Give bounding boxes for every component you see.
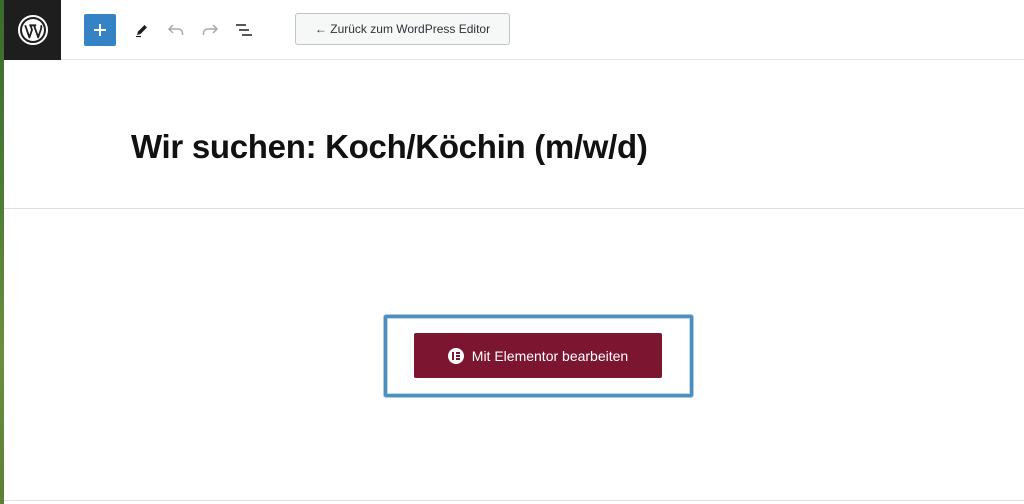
- edit-with-elementor-button[interactable]: Mit Elementor bearbeiten: [414, 333, 662, 378]
- list-view-icon: [236, 24, 252, 36]
- editor-toolbar: ← Zurück zum WordPress Editor: [4, 0, 1024, 60]
- bottom-divider: [4, 500, 1024, 501]
- undo-button[interactable]: [160, 14, 192, 46]
- plus-icon: [94, 24, 106, 36]
- wordpress-logo-button[interactable]: [4, 0, 61, 60]
- post-title[interactable]: Wir suchen: Koch/Köchin (m/w/d): [131, 128, 648, 166]
- edit-with-elementor-label: Mit Elementor bearbeiten: [471, 347, 629, 364]
- redo-button[interactable]: [194, 14, 226, 46]
- add-block-button[interactable]: [84, 14, 116, 46]
- elementor-icon: [447, 347, 464, 364]
- undo-icon: [167, 24, 184, 35]
- pen-icon: [136, 25, 147, 38]
- tools-button[interactable]: [126, 14, 158, 46]
- wordpress-logo-icon: [17, 15, 48, 45]
- editor-page: ← Zurück zum WordPress Editor Wir suchen…: [0, 0, 1024, 504]
- title-section: Wir suchen: Koch/Köchin (m/w/d): [4, 60, 1024, 209]
- list-view-button[interactable]: [228, 14, 260, 46]
- redo-icon: [202, 24, 219, 35]
- back-to-wordpress-editor-button[interactable]: ← Zurück zum WordPress Editor: [295, 13, 510, 45]
